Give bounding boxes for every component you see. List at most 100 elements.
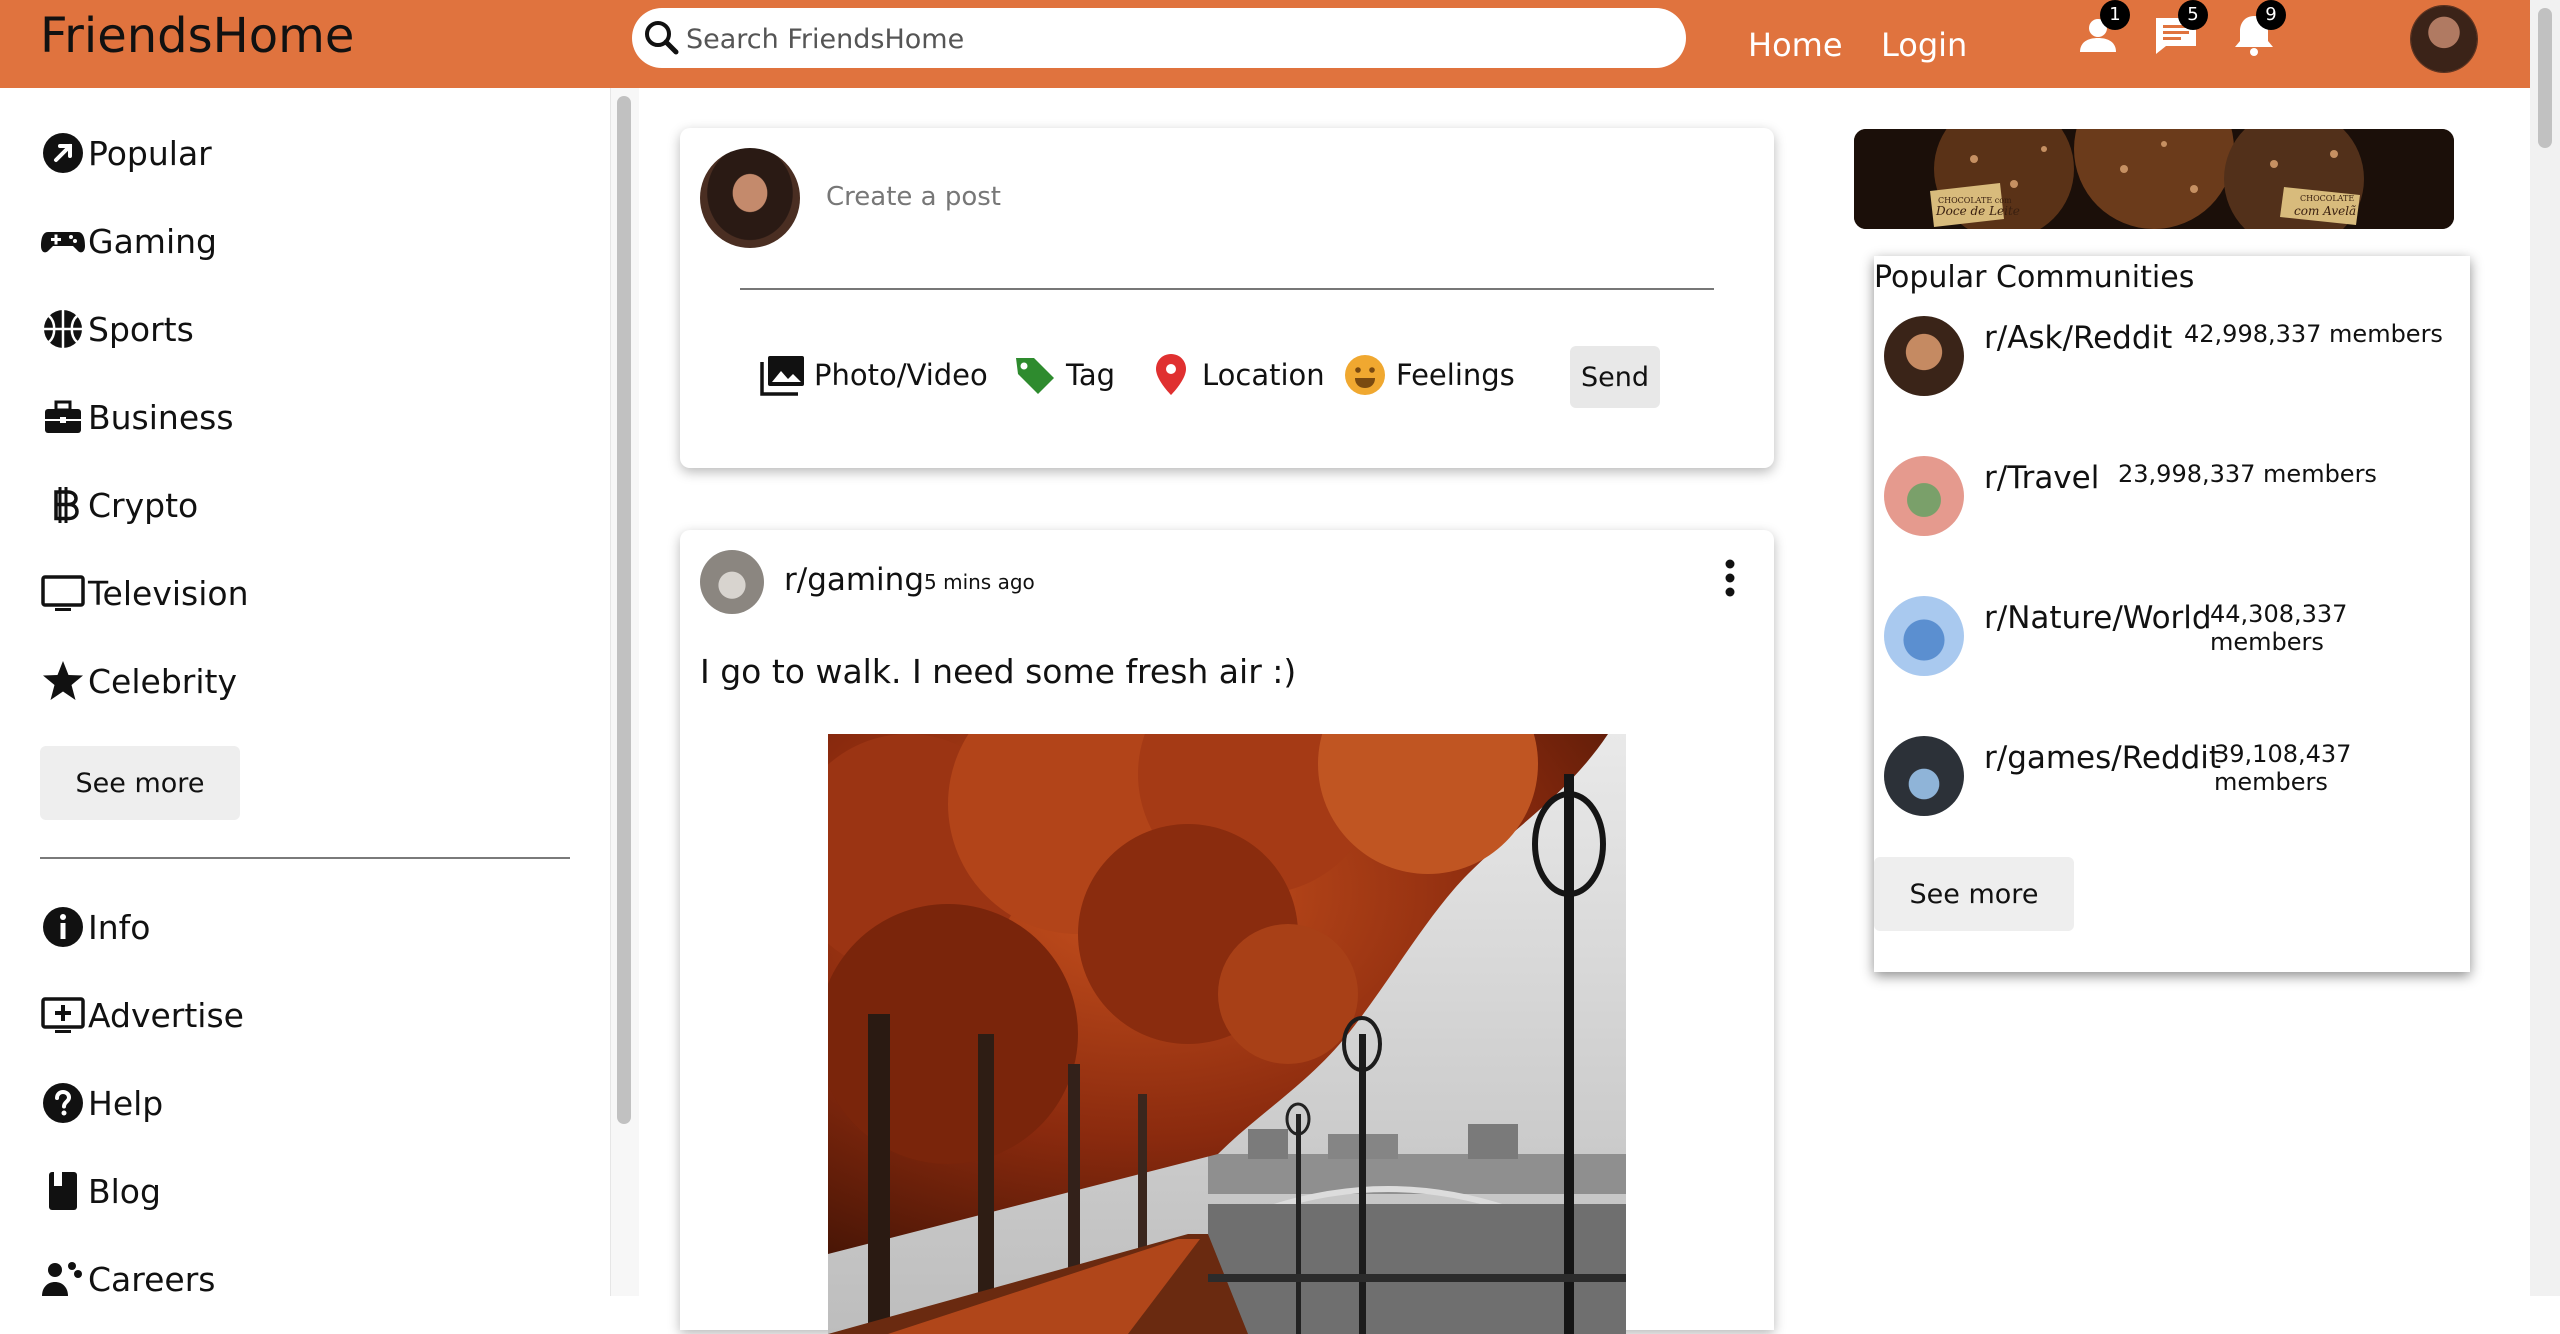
bitcoin-icon (54, 487, 79, 523)
sidebar-link-label: Info (88, 907, 151, 947)
star-icon (43, 661, 83, 700)
post-image[interactable] (828, 734, 1626, 1334)
left-sidebar: Popular Gaming Sports Business Crypto Te… (0, 88, 610, 1299)
sidebar-item-gaming[interactable]: Gaming (40, 211, 217, 271)
basketball-icon (44, 310, 82, 348)
community-name: r/Nature/World (1984, 600, 2212, 636)
community-members: 39,108,437 members (2214, 740, 2352, 796)
sidebar-item-television[interactable]: Television (40, 563, 249, 623)
info-icon (43, 907, 83, 947)
location-pin-icon (1156, 354, 1186, 395)
community-item[interactable]: r/Ask/Reddit 42,998,337 members (1884, 316, 2464, 400)
page-scrollbar[interactable] (2530, 0, 2560, 1296)
location-label: Location (1202, 358, 1325, 392)
notifications-badge: 9 (2256, 0, 2286, 30)
user-avatar[interactable] (2411, 6, 2477, 72)
sidebar-item-label: Crypto (88, 485, 199, 525)
community-members: 23,998,337 members (2118, 460, 2377, 488)
sidebar-link-help[interactable]: Help (40, 1073, 163, 1133)
community-members: 42,998,337 members (2184, 320, 2443, 348)
sidebar-link-label: Help (88, 1083, 164, 1123)
sidebar-link-careers[interactable]: Careers (40, 1249, 215, 1309)
sidebar-item-business[interactable]: Business (40, 387, 234, 447)
book-icon (49, 1172, 77, 1210)
ad-label-left: Doce de Leite (1935, 204, 2020, 218)
sidebar-divider (40, 857, 570, 859)
sidebar-link-label: Careers (88, 1259, 216, 1299)
sidebar-item-crypto[interactable]: Crypto (40, 475, 198, 535)
sidebar-item-label: Business (88, 397, 234, 437)
sidebar-link-advertise[interactable]: Advertise (40, 985, 244, 1045)
create-post-input[interactable] (824, 176, 1728, 218)
community-name: r/Travel (1984, 460, 2100, 496)
sidebar-item-celebrity[interactable]: Celebrity (40, 651, 237, 711)
page-scrollbar-thumb[interactable] (2538, 8, 2552, 148)
popular-communities-card: Popular Communities r/Ask/Reddit 42,998,… (1874, 256, 2470, 972)
ad-banner[interactable]: CHOCOLATE com Doce de Leite CHOCOLATE co… (1854, 129, 2454, 229)
community-name: r/Ask/Reddit (1984, 320, 2173, 356)
feelings-label: Feelings (1396, 358, 1515, 392)
sidebar-scrollbar-thumb[interactable] (617, 96, 631, 1124)
tag-button[interactable]: Tag (1010, 350, 1115, 400)
autumn-promenade-image (828, 734, 1626, 1334)
photo-video-label: Photo/Video (814, 358, 988, 392)
feelings-button[interactable]: Feelings (1340, 350, 1515, 400)
photo-library-icon (760, 356, 804, 396)
messages-button[interactable]: 5 (2148, 0, 2218, 80)
photo-video-button[interactable]: Photo/Video (758, 350, 988, 400)
sidebar-link-info[interactable]: Info (40, 897, 150, 957)
community-item[interactable]: r/games/Reddit 39,108,437 members (1884, 736, 2464, 820)
app-logo[interactable]: FriendsHome (40, 8, 354, 64)
sidebar-item-label: Television (88, 573, 249, 613)
notifications-button[interactable]: 9 (2226, 0, 2296, 80)
help-icon (43, 1083, 83, 1123)
community-avatar (1884, 596, 1964, 676)
nav-login-link[interactable]: Login (1881, 26, 1967, 64)
community-item[interactable]: r/Travel 23,998,337 members (1884, 456, 2464, 540)
sidebar-item-label: Popular (88, 133, 212, 173)
sidebar-link-label: Blog (88, 1171, 161, 1211)
more-vertical-icon[interactable] (1716, 556, 1744, 600)
search-bar[interactable] (632, 8, 1686, 68)
top-navbar: FriendsHome Home Login 1 5 9 (0, 0, 2530, 88)
communities-title: Popular Communities (1874, 260, 2195, 295)
post-community-avatar[interactable] (700, 550, 764, 614)
briefcase-icon (45, 400, 81, 433)
trending-arrow-icon (43, 133, 83, 173)
search-input[interactable] (684, 16, 1668, 62)
sidebar-link-blog[interactable]: Blog (40, 1161, 161, 1221)
create-post-divider (740, 288, 1714, 290)
tag-label: Tag (1066, 358, 1116, 392)
people-icon (42, 1262, 82, 1296)
sidebar-link-label: Advertise (88, 995, 244, 1035)
location-button[interactable]: Location (1146, 350, 1325, 400)
sidebar-item-label: Sports (88, 309, 194, 349)
community-item[interactable]: r/Nature/World 44,308,337 members (1884, 596, 2464, 680)
community-avatar (1884, 736, 1964, 816)
chocolate-ad-image: CHOCOLATE com Doce de Leite CHOCOLATE co… (1854, 129, 2454, 229)
smiley-icon (1345, 355, 1385, 395)
gamepad-icon (41, 232, 85, 253)
send-button[interactable]: Send (1570, 346, 1660, 408)
add-box-icon (41, 997, 85, 1033)
friends-badge: 1 (2100, 0, 2130, 30)
create-post-avatar (700, 148, 800, 248)
nav-home-link[interactable]: Home (1748, 26, 1843, 64)
post-timestamp: 5 mins ago (924, 570, 1035, 594)
tv-icon (41, 575, 85, 611)
ad-label-right-top: CHOCOLATE (2300, 194, 2354, 203)
sidebar-see-more-button[interactable]: See more (40, 746, 240, 820)
community-members: 44,308,337 members (2210, 600, 2348, 656)
post-community-name[interactable]: r/gaming (784, 562, 924, 598)
community-avatar (1884, 316, 1964, 396)
sidebar-item-label: Celebrity (88, 661, 237, 701)
friends-button[interactable]: 1 (2070, 0, 2140, 80)
communities-see-more-button[interactable]: See more (1874, 857, 2074, 931)
sidebar-item-sports[interactable]: Sports (40, 299, 194, 359)
post-text: I go to walk. I need some fresh air :) (700, 652, 1297, 691)
messages-badge: 5 (2178, 0, 2208, 30)
sidebar-item-popular[interactable]: Popular (40, 123, 212, 183)
sidebar-scrollbar[interactable] (610, 88, 639, 1296)
ad-label-right: com Avelã (2294, 204, 2356, 218)
search-icon (645, 21, 679, 55)
